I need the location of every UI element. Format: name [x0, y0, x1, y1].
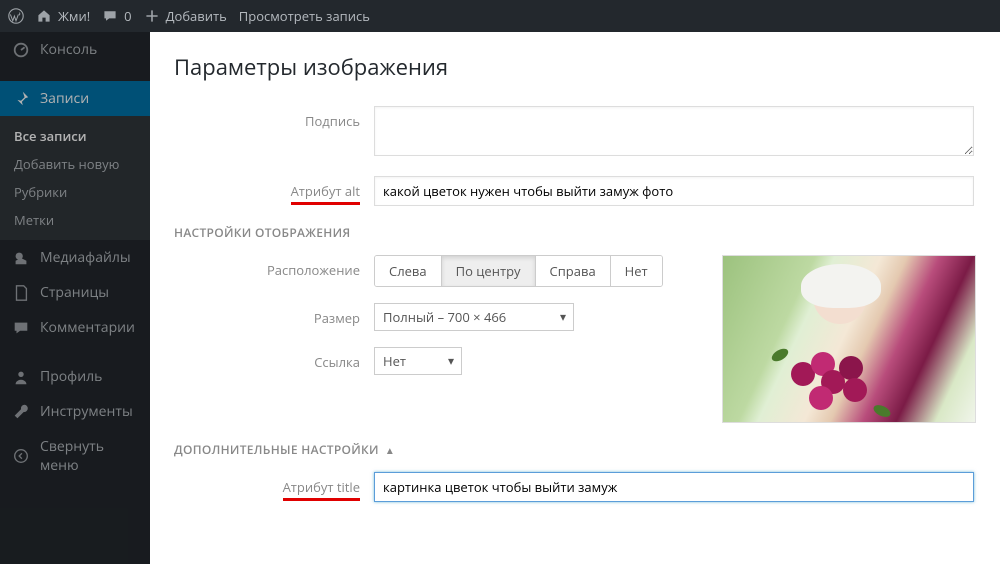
- size-label: Размер: [314, 309, 360, 327]
- sidebar-posts-submenu: Все записи Добавить новую Рубрики Метки: [0, 116, 150, 240]
- field-size: Размер Полный – 700 × 466: [174, 303, 704, 331]
- adminbar-site-home[interactable]: Жми!: [36, 7, 90, 25]
- sidebar-item-pages[interactable]: Страницы: [0, 275, 150, 310]
- adminbar-view-post-label: Просмотреть запись: [239, 7, 370, 25]
- caption-label: Подпись: [305, 112, 360, 130]
- page-title: Параметры изображения: [174, 52, 976, 82]
- pin-icon: [12, 90, 30, 108]
- sidebar-item-label: Записи: [40, 89, 89, 108]
- sidebar-item-profile[interactable]: Профиль: [0, 359, 150, 394]
- display-settings-heading: НАСТРОЙКИ ОТОБРАЖЕНИЯ: [174, 224, 976, 241]
- align-button-group: Слева По центру Справа Нет: [374, 255, 663, 287]
- sidebar-item-label: Инструменты: [40, 402, 133, 421]
- sidebar-item-label: Профиль: [40, 367, 102, 386]
- adminbar-add-label: Добавить: [166, 7, 227, 25]
- adminbar-comments-count: 0: [124, 7, 131, 25]
- adminbar-wp-logo[interactable]: [8, 8, 24, 24]
- caret-up-icon: ▲: [385, 443, 395, 457]
- align-label: Расположение: [267, 261, 360, 279]
- sidebar-subitem-tags[interactable]: Метки: [0, 206, 150, 234]
- user-icon: [12, 368, 30, 386]
- align-none-button[interactable]: Нет: [611, 256, 662, 286]
- align-center-button[interactable]: По центру: [442, 256, 536, 286]
- title-attr-input[interactable]: [374, 472, 974, 502]
- sidebar-item-label: Комментарии: [40, 318, 135, 337]
- media-icon: [12, 249, 30, 267]
- advanced-settings-heading[interactable]: ДОПОЛНИТЕЛЬНЫЕ НАСТРОЙКИ ▲: [174, 441, 976, 458]
- sidebar-item-label: Страницы: [40, 283, 109, 302]
- page-icon: [12, 284, 30, 302]
- comment-icon: [12, 319, 30, 337]
- sidebar-item-posts[interactable]: Записи: [0, 81, 150, 116]
- size-select[interactable]: Полный – 700 × 466: [374, 303, 574, 331]
- sidebar-item-label: Консоль: [40, 40, 97, 59]
- image-preview: [722, 255, 976, 423]
- align-right-button[interactable]: Справа: [536, 256, 611, 286]
- title-attr-label: Атрибут title: [283, 478, 360, 501]
- dashboard-icon: [12, 41, 30, 59]
- field-align: Расположение Слева По центру Справа Нет: [174, 255, 704, 287]
- sidebar-collapse[interactable]: Свернуть меню: [0, 429, 150, 483]
- comment-icon: [102, 8, 118, 24]
- link-label: Ссылка: [314, 353, 360, 371]
- plus-icon: [144, 8, 160, 24]
- sidebar-subitem-all-posts[interactable]: Все записи: [0, 122, 150, 150]
- home-icon: [36, 8, 52, 24]
- sidebar-subitem-categories[interactable]: Рубрики: [0, 178, 150, 206]
- collapse-icon: [12, 447, 30, 465]
- sidebar-item-tools[interactable]: Инструменты: [0, 394, 150, 429]
- alt-label: Атрибут alt: [291, 182, 360, 205]
- field-link: Ссылка Нет: [174, 347, 704, 375]
- link-select[interactable]: Нет: [374, 347, 462, 375]
- wrench-icon: [12, 403, 30, 421]
- admin-sidebar: Консоль Записи Все записи Добавить новую…: [0, 32, 150, 564]
- align-left-button[interactable]: Слева: [375, 256, 442, 286]
- field-caption: Подпись: [174, 106, 976, 160]
- sidebar-item-label: Свернуть меню: [40, 437, 138, 475]
- admin-bar: Жми! 0 Добавить Просмотреть запись: [0, 0, 1000, 32]
- field-alt: Атрибут alt: [174, 176, 976, 206]
- sidebar-subitem-add-new[interactable]: Добавить новую: [0, 150, 150, 178]
- wordpress-icon: [8, 8, 24, 24]
- image-details-modal: Параметры изображения Подпись Атрибут al…: [150, 32, 1000, 564]
- adminbar-site-name: Жми!: [58, 7, 90, 25]
- adminbar-comments[interactable]: 0: [102, 7, 131, 25]
- caption-textarea[interactable]: [374, 106, 974, 156]
- field-title-attr: Атрибут title: [174, 472, 976, 502]
- adminbar-add-new[interactable]: Добавить: [144, 7, 227, 25]
- sidebar-item-media[interactable]: Медиафайлы: [0, 240, 150, 275]
- sidebar-item-console[interactable]: Консоль: [0, 32, 150, 67]
- adminbar-view-post[interactable]: Просмотреть запись: [239, 7, 370, 25]
- sidebar-item-comments[interactable]: Комментарии: [0, 310, 150, 345]
- sidebar-item-label: Медиафайлы: [40, 248, 131, 267]
- alt-input[interactable]: [374, 176, 974, 206]
